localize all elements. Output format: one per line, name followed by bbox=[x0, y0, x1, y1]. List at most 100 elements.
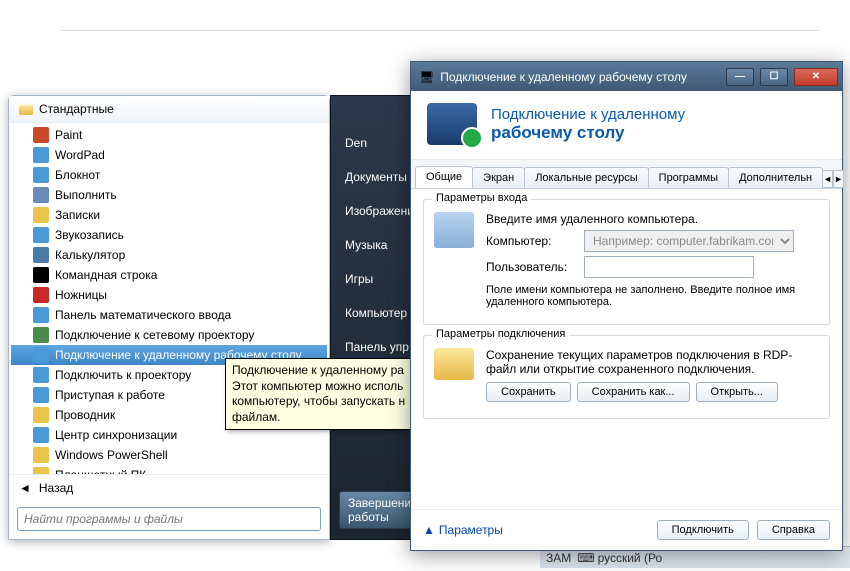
start-menu-item[interactable]: Подключение к сетевому проектору bbox=[11, 325, 327, 345]
start-menu-item[interactable]: Панель математического ввода bbox=[11, 305, 327, 325]
program-icon bbox=[33, 407, 49, 423]
window-title: Подключение к удаленному рабочему столу bbox=[440, 70, 720, 84]
start-menu-item-label: Подключение к сетевому проектору bbox=[55, 328, 254, 342]
start-menu-item[interactable]: Записки bbox=[11, 205, 327, 225]
program-icon bbox=[33, 467, 49, 474]
minimize-button[interactable]: — bbox=[726, 68, 754, 86]
tooltip-title: Подключение к удаленному ра bbox=[232, 363, 428, 379]
program-icon bbox=[33, 247, 49, 263]
program-icon bbox=[33, 287, 49, 303]
chevron-up-icon: ▲ bbox=[423, 523, 435, 537]
login-groupbox: Параметры входа Введите имя удаленного к… bbox=[423, 199, 830, 325]
start-menu-item-label: Калькулятор bbox=[55, 248, 125, 262]
back-arrow-icon: ◄ bbox=[19, 481, 31, 495]
start-menu-item-label: Проводник bbox=[55, 408, 115, 422]
tooltip: Подключение к удаленному ра Этот компьют… bbox=[225, 358, 435, 430]
start-menu: Стандартные Paint WordPad Блокнот Выполнить… bbox=[8, 95, 330, 540]
tab[interactable]: Программы bbox=[648, 167, 729, 188]
start-menu-title: Стандартные bbox=[39, 102, 114, 116]
conn-legend: Параметры подключения bbox=[432, 328, 569, 340]
tab[interactable]: Экран bbox=[472, 167, 525, 188]
start-menu-item[interactable]: Блокнот bbox=[11, 165, 327, 185]
banner: Подключение к удаленному рабочему столу bbox=[411, 91, 842, 160]
program-icon bbox=[33, 127, 49, 143]
start-menu-item[interactable]: Ножницы bbox=[11, 285, 327, 305]
back-button[interactable]: ◄ Назад bbox=[9, 474, 329, 501]
caps-indicator: ЗАМ bbox=[546, 551, 571, 565]
connect-button[interactable]: Подключить bbox=[657, 520, 749, 540]
lang-label: русский (Ро bbox=[598, 551, 663, 565]
tab[interactable]: Общие bbox=[415, 166, 473, 188]
save-button[interactable]: Сохранить bbox=[486, 382, 571, 402]
program-icon bbox=[33, 167, 49, 183]
maximize-button[interactable]: ☐ bbox=[760, 68, 788, 86]
open-button[interactable]: Открыть... bbox=[696, 382, 778, 402]
program-icon bbox=[33, 367, 49, 383]
user-label: Пользователь: bbox=[486, 260, 576, 274]
tab-scroll-right[interactable]: ► bbox=[833, 170, 844, 188]
computer-label: Компьютер: bbox=[486, 234, 576, 248]
start-menu-item-label: WordPad bbox=[55, 148, 105, 162]
tabstrip: ОбщиеЭкранЛокальные ресурсыПрограммыДопо… bbox=[411, 160, 842, 189]
start-menu-item[interactable]: Командная строка bbox=[11, 265, 327, 285]
search-wrap bbox=[17, 507, 321, 531]
start-menu-item[interactable]: Планшетный ПК bbox=[11, 465, 327, 474]
folder-icon bbox=[19, 104, 33, 115]
folder-open-icon bbox=[434, 348, 474, 380]
start-menu-item-label: Панель математического ввода bbox=[55, 308, 231, 322]
start-menu-item-label: Windows PowerShell bbox=[55, 448, 168, 462]
start-menu-item[interactable]: Выполнить bbox=[11, 185, 327, 205]
start-menu-header: Стандартные bbox=[9, 96, 329, 123]
program-icon bbox=[33, 387, 49, 403]
start-menu-item-label: Paint bbox=[55, 128, 82, 142]
start-menu-item[interactable]: Звукозапись bbox=[11, 225, 327, 245]
keyboard-icon: ⌨ bbox=[577, 551, 594, 565]
banner-line2: рабочему столу bbox=[491, 123, 685, 143]
params-toggle[interactable]: ▲ Параметры bbox=[423, 523, 503, 537]
start-menu-item-label: Командная строка bbox=[55, 268, 157, 282]
user-input[interactable] bbox=[584, 256, 754, 278]
start-menu-item[interactable]: WordPad bbox=[11, 145, 327, 165]
program-icon bbox=[33, 227, 49, 243]
rdp-dialog: 🖥 Подключение к удаленному рабочему стол… bbox=[410, 61, 843, 551]
tooltip-body: Этот компьютер можно исполь компьютеру, … bbox=[232, 379, 428, 426]
start-menu-item-label: Подключить к проектору bbox=[55, 368, 191, 382]
login-legend: Параметры входа bbox=[432, 192, 531, 204]
save-as-button[interactable]: Сохранить как... bbox=[577, 382, 690, 402]
conn-intro: Сохранение текущих параметров подключени… bbox=[486, 348, 819, 376]
computer-combo[interactable]: Например: computer.fabrikam.com bbox=[584, 230, 794, 252]
start-menu-item-label: Выполнить bbox=[55, 188, 117, 202]
program-icon bbox=[33, 147, 49, 163]
login-hint: Поле имени компьютера не заполнено. Введ… bbox=[486, 284, 819, 308]
program-icon bbox=[33, 427, 49, 443]
computer-icon bbox=[434, 212, 474, 248]
program-icon bbox=[33, 447, 49, 463]
banner-line1: Подключение к удаленному bbox=[491, 106, 685, 123]
rdp-app-icon: 🖥 bbox=[419, 70, 434, 84]
tab-scroll-left[interactable]: ◄ bbox=[822, 170, 833, 188]
help-button[interactable]: Справка bbox=[757, 520, 830, 540]
start-menu-item[interactable]: Windows PowerShell bbox=[11, 445, 327, 465]
titlebar[interactable]: 🖥 Подключение к удаленному рабочему стол… bbox=[411, 62, 842, 91]
start-menu-item[interactable]: Калькулятор bbox=[11, 245, 327, 265]
rdp-banner-icon bbox=[427, 103, 477, 145]
start-menu-item-label: Звукозапись bbox=[55, 228, 124, 242]
program-icon bbox=[33, 307, 49, 323]
program-icon bbox=[33, 207, 49, 223]
search-input[interactable] bbox=[17, 507, 321, 531]
tab[interactable]: Локальные ресурсы bbox=[524, 167, 648, 188]
params-label: Параметры bbox=[439, 523, 503, 537]
start-menu-item-label: Центр синхронизации bbox=[55, 428, 177, 442]
close-button[interactable]: ✕ bbox=[794, 68, 838, 86]
banner-text: Подключение к удаленному рабочему столу bbox=[491, 106, 685, 143]
lang-indicator[interactable]: ⌨ русский (Ро bbox=[577, 551, 662, 565]
dialog-footer: ▲ Параметры Подключить Справка bbox=[411, 509, 842, 550]
start-menu-item-label: Блокнот bbox=[55, 168, 100, 182]
program-icon bbox=[33, 267, 49, 283]
tab[interactable]: Дополнительн bbox=[728, 167, 823, 188]
program-icon bbox=[33, 347, 49, 363]
ruler-area bbox=[0, 0, 850, 40]
start-menu-item-label: Ножницы bbox=[55, 288, 107, 302]
start-menu-item-label: Приступая к работе bbox=[55, 388, 165, 402]
start-menu-item[interactable]: Paint bbox=[11, 125, 327, 145]
